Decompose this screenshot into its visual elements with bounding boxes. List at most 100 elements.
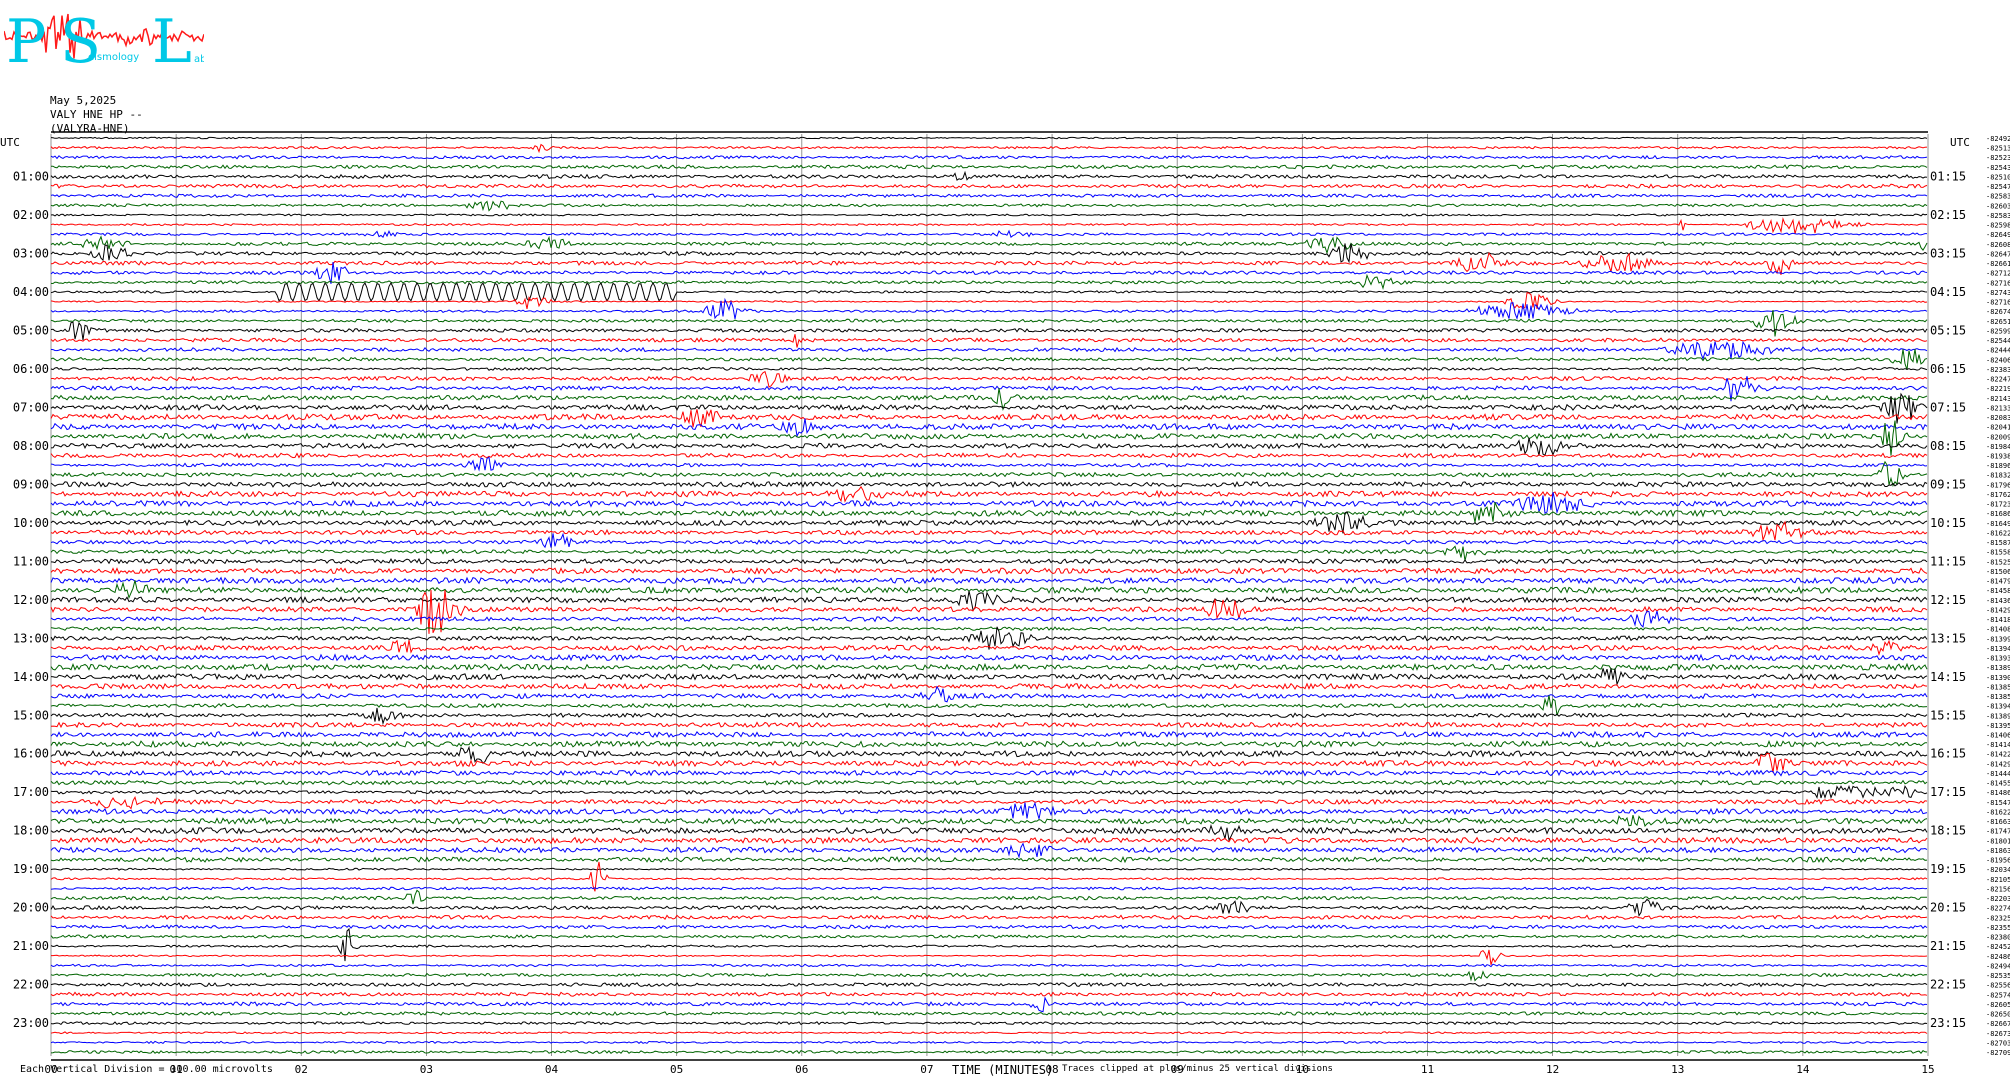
trace-offset-12: -82647	[1986, 250, 2010, 258]
trace-offset-63: -81414	[1986, 741, 2010, 749]
trace-offset-17: -82716	[1986, 299, 2010, 307]
trace-37	[50, 485, 1928, 503]
trace-6	[50, 193, 1928, 199]
trace-offset-73: -81801	[1986, 837, 2010, 845]
trace-offset-23: -82406	[1986, 356, 2010, 364]
trace-86	[50, 963, 1928, 968]
hour-label-right-8: 09:15	[1930, 477, 1966, 491]
trace-21	[50, 334, 1928, 348]
trace-offset-89: -82574	[1986, 991, 2010, 999]
trace-3	[51, 164, 1928, 170]
trace-offset-11: -82608	[1986, 241, 2010, 249]
x-tick-14: 14	[1796, 1063, 1810, 1076]
trace-62	[50, 730, 1928, 739]
trace-offset-15: -82716	[1986, 279, 2010, 287]
trace-offset-69: -81547	[1986, 799, 2010, 807]
trace-34	[50, 456, 1928, 472]
trace-74	[50, 842, 1928, 859]
trace-offset-77: -82105	[1986, 876, 2010, 884]
trace-36	[50, 480, 1928, 489]
trace-offset-76: -82034	[1986, 866, 2010, 874]
trace-offset-90: -82605	[1986, 1001, 2010, 1009]
trace-8	[50, 213, 1928, 217]
trace-12	[50, 243, 1928, 264]
trace-87	[50, 970, 1928, 982]
trace-15	[50, 273, 1928, 291]
hour-label-left-13: 14:00	[13, 670, 49, 684]
hour-label-left-1: 02:00	[13, 208, 49, 222]
trace-offset-72: -81747	[1986, 828, 2010, 836]
trace-offset-49: -81429	[1986, 606, 2010, 614]
trace-offset-16: -82743	[1986, 289, 2010, 297]
trace-0	[50, 136, 1928, 140]
right-axis-title: UTC	[1950, 136, 1970, 149]
trace-offset-46: -81479	[1986, 578, 2010, 586]
trace-offset-55: -81389	[1986, 664, 2010, 672]
trace-80	[50, 898, 1928, 917]
trace-offset-28: -82133	[1986, 404, 2010, 412]
hour-label-right-7: 08:15	[1930, 439, 1966, 453]
trace-offset-57: -81385	[1986, 683, 2010, 691]
trace-offset-36: -81796	[1986, 481, 2010, 489]
hour-label-right-15: 16:15	[1930, 747, 1966, 761]
trace-44	[50, 557, 1928, 565]
trace-55	[50, 662, 1928, 672]
trace-88	[50, 982, 1928, 988]
trace-offset-6: -82583	[1986, 193, 2010, 201]
trace-50	[50, 610, 1928, 628]
hour-label-left-6: 07:00	[13, 400, 49, 414]
trace-83	[50, 934, 1928, 939]
trace-offset-29: -82083	[1986, 414, 2010, 422]
trace-offset-74: -81863	[1986, 847, 2010, 855]
hour-label-right-1: 02:15	[1930, 208, 1966, 222]
trace-offset-91: -82650	[1986, 1011, 2010, 1019]
trace-48	[50, 590, 1928, 611]
trace-9	[50, 217, 1928, 235]
hour-label-left-15: 16:00	[13, 747, 49, 761]
hour-label-left-5: 06:00	[13, 362, 49, 376]
trace-offset-27: -82143	[1986, 395, 2010, 403]
trace-offset-26: -82219	[1986, 385, 2010, 393]
trace-61	[50, 721, 1928, 729]
trace-22	[50, 340, 1928, 361]
trace-90	[50, 996, 1928, 1013]
trace-75	[50, 856, 1928, 864]
trace-51	[50, 625, 1928, 632]
trace-73	[50, 836, 1928, 845]
trace-70	[50, 801, 1928, 819]
trace-offset-67: -81455	[1986, 780, 2010, 788]
trace-offset-8: -82583	[1986, 212, 2010, 220]
hour-label-left-3: 04:00	[13, 285, 49, 299]
trace-10	[50, 229, 1927, 239]
hour-label-left-7: 08:00	[13, 439, 49, 453]
trace-offset-18: -82674	[1986, 308, 2010, 316]
trace-offset-80: -82274	[1986, 905, 2010, 913]
trace-offset-92: -82667	[1986, 1020, 2010, 1028]
trace-offset-38: -81723	[1986, 501, 2010, 509]
trace-offset-85: -82486	[1986, 953, 2010, 961]
trace-offset-47: -81458	[1986, 587, 2010, 595]
trace-57	[50, 682, 1928, 690]
trace-91	[50, 1011, 1928, 1016]
hour-label-left-0: 01:00	[13, 169, 49, 183]
x-tick-03: 03	[420, 1063, 433, 1076]
trace-offset-24: -82383	[1986, 366, 2010, 374]
trace-offset-10: -82649	[1986, 231, 2010, 239]
trace-offset-50: -81418	[1986, 616, 2010, 624]
trace-offset-60: -81389	[1986, 712, 2010, 720]
trace-offset-93: -82673	[1986, 1030, 2010, 1038]
hour-label-left-19: 20:00	[13, 901, 49, 915]
trace-offset-62: -81406	[1986, 732, 2010, 740]
hour-label-left-11: 12:00	[13, 593, 49, 607]
trace-82	[50, 924, 1928, 930]
trace-offset-21: -82544	[1986, 337, 2010, 345]
trace-71	[50, 814, 1928, 827]
trace-offset-52: -81399	[1986, 635, 2010, 643]
x-axis-title: TIME (MINUTES)	[952, 1063, 1054, 1077]
trace-offset-20: -82599	[1986, 327, 2010, 335]
hour-label-right-17: 18:15	[1930, 824, 1966, 838]
trace-offset-88: -82556	[1986, 982, 2010, 990]
hour-label-left-10: 11:00	[13, 554, 49, 568]
trace-11	[50, 235, 1928, 255]
scale-note: Each Vertical Division = 100.00 microvol…	[20, 1064, 273, 1075]
